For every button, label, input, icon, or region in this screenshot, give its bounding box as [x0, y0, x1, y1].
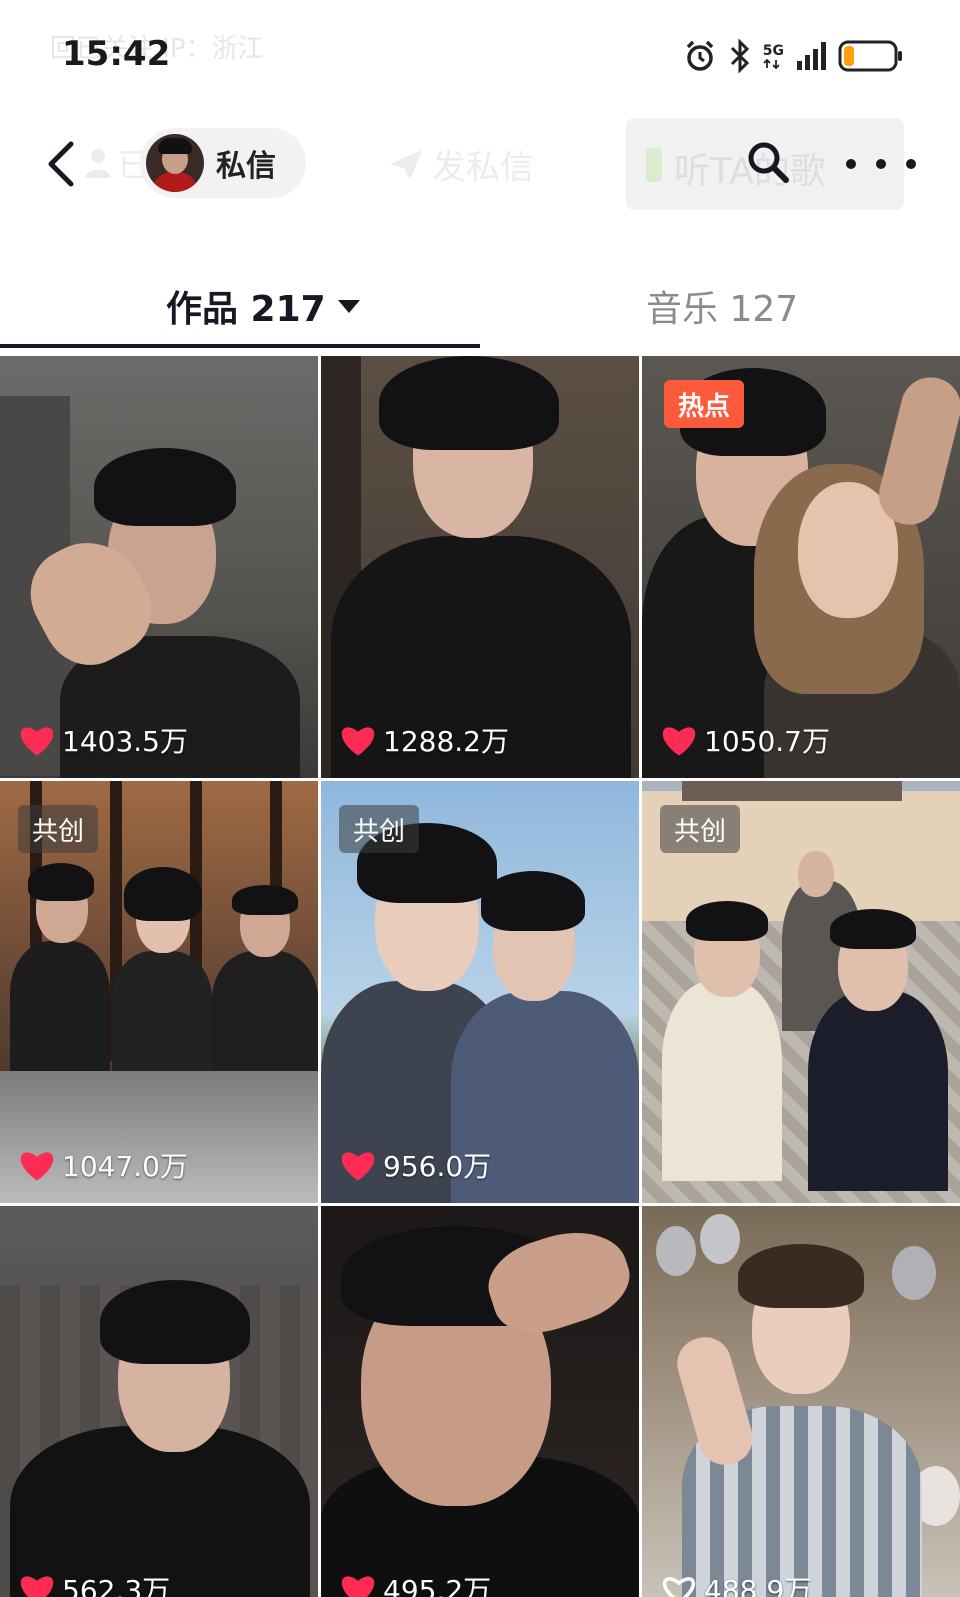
tab-indicator [0, 344, 480, 348]
like-count: 1047.0万 [18, 1145, 188, 1185]
search-button[interactable] [744, 138, 792, 186]
like-count-value: 1050.7万 [704, 725, 830, 758]
profile-tabs: 作品 217 音乐 127 [0, 250, 960, 354]
like-count: 562.3万 [18, 1569, 170, 1597]
avatar [146, 134, 204, 192]
video-tile[interactable]: 495.2万 [321, 1206, 639, 1597]
caret-down-icon [337, 299, 360, 313]
top-nav: 已关注 发私信 听TA的歌 私信 [0, 110, 960, 220]
status-time: 15:42 [62, 34, 171, 74]
search-icon [748, 142, 789, 183]
private-message-button[interactable]: 私信 [140, 128, 306, 198]
video-grid: 1403.5万 1288.2万 热点 1050.7万 共创 1047.0万 共创… [0, 356, 960, 1597]
like-count: 488.9万 [660, 1569, 812, 1597]
video-tile[interactable]: 488.9万 [642, 1206, 960, 1597]
send-icon [390, 149, 422, 180]
data-arrows-icon [763, 59, 780, 69]
video-tile[interactable]: 共创 [642, 781, 960, 1203]
tab-works[interactable]: 作品 217 [166, 280, 360, 332]
network-label: 5G [762, 43, 784, 59]
like-count-value: 562.3万 [62, 1574, 171, 1597]
back-button[interactable] [40, 136, 80, 192]
tab-music-label: 音乐 127 [646, 289, 799, 330]
video-tag: 共创 [660, 805, 741, 853]
status-icons: 5G [683, 36, 904, 76]
video-thumbnail [642, 1206, 960, 1597]
video-tile[interactable]: 热点 1050.7万 [642, 356, 960, 778]
like-count: 495.2万 [339, 1569, 491, 1597]
user-icon [85, 149, 111, 178]
video-thumbnail [321, 1206, 639, 1597]
video-thumbnail [321, 356, 639, 778]
like-count-value: 488.9万 [704, 1574, 813, 1597]
heart-icon [20, 727, 54, 756]
heart-icon [341, 1576, 375, 1597]
heart-icon [20, 1152, 54, 1181]
video-tile[interactable]: 562.3万 [0, 1206, 318, 1597]
video-tag: 共创 [18, 805, 99, 853]
more-dot-icon [846, 159, 856, 169]
video-tile[interactable]: 共创 956.0万 [321, 781, 639, 1203]
tab-music[interactable]: 音乐 127 [646, 280, 798, 332]
like-count-value: 956.0万 [383, 1150, 492, 1183]
music-note-icon [646, 148, 662, 182]
like-count-value: 1288.2万 [383, 725, 509, 758]
heart-icon [341, 727, 375, 756]
video-tag: 热点 [664, 380, 745, 428]
tab-works-label: 作品 217 [166, 289, 326, 330]
send-message-ghost: 发私信 [388, 140, 534, 189]
heart-icon [341, 1152, 375, 1181]
like-count-value: 495.2万 [383, 1574, 492, 1597]
signal-icon [797, 42, 826, 70]
video-thumbnail [0, 1206, 318, 1597]
like-count: 1050.7万 [660, 720, 830, 760]
heart-icon [662, 727, 696, 756]
alarm-icon [686, 40, 714, 71]
chevron-left-icon [48, 141, 74, 187]
private-message-label: 私信 [216, 149, 276, 184]
more-dot-icon [906, 159, 916, 169]
like-count: 1288.2万 [339, 720, 509, 760]
like-count: 1403.5万 [18, 720, 188, 760]
bluetooth-icon [730, 39, 749, 73]
more-button[interactable] [846, 144, 916, 184]
battery-icon [838, 40, 902, 72]
more-dot-icon [876, 159, 886, 169]
video-tile[interactable]: 共创 1047.0万 [0, 781, 318, 1203]
video-thumbnail [0, 356, 318, 778]
profile-screen: 回已关注 IP：浙江 15:42 5G 发私信 听TA的歌 私信 作品 217 … [0, 0, 960, 1597]
video-tile[interactable]: 1288.2万 [321, 356, 639, 778]
send-message-ghost-label: 发私信 [432, 148, 534, 188]
heart-icon [20, 1576, 54, 1597]
heart-outline-icon [662, 1577, 696, 1597]
like-count-value: 1047.0万 [62, 1150, 188, 1183]
video-tile[interactable]: 1403.5万 [0, 356, 318, 778]
like-count: 956.0万 [339, 1145, 491, 1185]
like-count-value: 1403.5万 [62, 725, 188, 758]
video-tag: 共创 [339, 805, 420, 853]
status-bar: 回已关注 IP：浙江 15:42 5G [0, 0, 960, 110]
